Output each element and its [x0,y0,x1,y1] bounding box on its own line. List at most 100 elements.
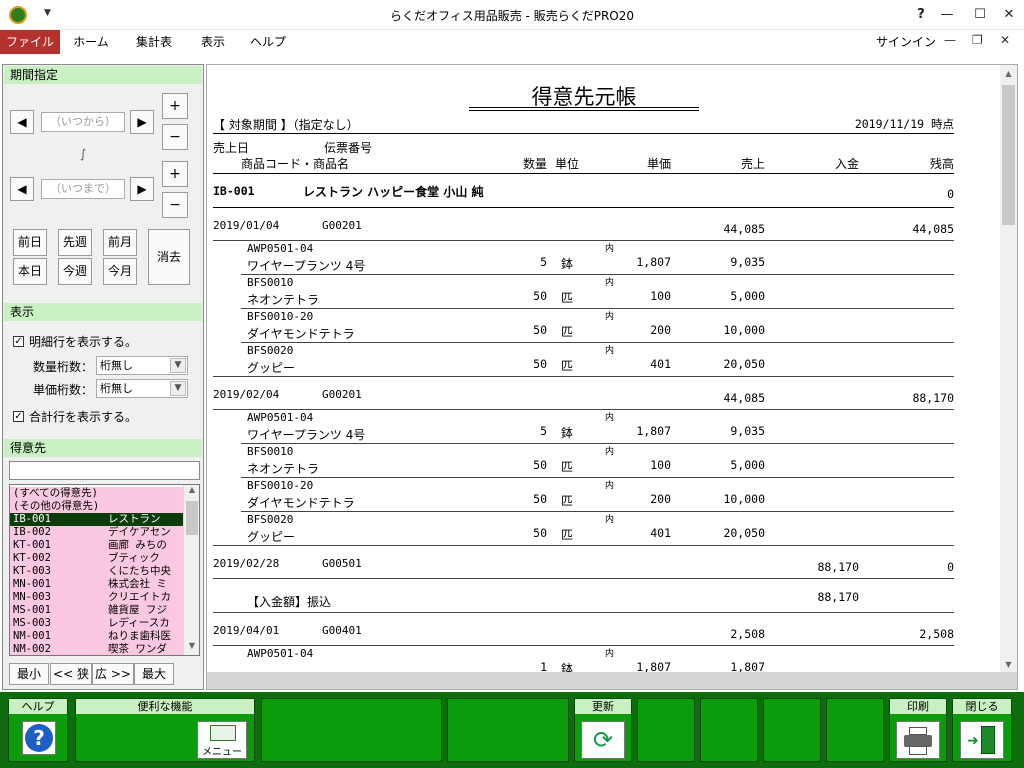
customer-list-item[interactable]: MN-001 株式会社 ミ [10,578,184,591]
item-qty: 50 [533,526,547,540]
payment-date: 2019/02/28 [213,557,280,570]
customer-list-item[interactable]: MS-003 レディースカ [10,617,184,630]
to-plus-button[interactable]: + [162,161,188,187]
clear-button[interactable]: 消去 [148,229,190,285]
this-week-button[interactable]: 今週 [58,258,92,285]
print-button[interactable]: 印刷 [889,698,947,762]
customer-name: クリエイトカ [108,591,171,603]
close-window-button[interactable]: 閉じる ➜ [952,698,1012,762]
maximize-button[interactable]: ☐ [967,4,993,26]
scroll-down-icon[interactable]: ▼ [185,641,199,655]
from-date-field[interactable]: （いつから） [41,112,125,132]
item-code: BFS0010-20 [247,310,314,323]
item-qty: 50 [533,323,547,337]
divider [241,477,954,478]
customer-list-item[interactable]: NM-002 喫茶 ワンダ [10,643,184,655]
payment-balance: 0 [947,560,954,574]
customer-code: (すべての得意先) [13,487,98,499]
item-price: 100 [650,458,671,472]
chevron-down-icon: ▼ [170,381,186,396]
customer-scroll-thumb[interactable] [186,501,198,535]
menu-file[interactable]: ファイル [0,30,60,54]
report-view[interactable]: 得意先元帳 【 対象期間 】（指定なし） 2019/11/19 時点 売上日 伝… [206,64,1018,690]
help-button-label: ヘルプ [9,699,67,714]
price-digits-select[interactable]: 桁無し ▼ [96,379,188,398]
menu-summary[interactable]: 集計表 [128,30,180,54]
item-amount: 9,035 [730,255,765,269]
customer-list-item[interactable]: KT-002 ブティック [10,552,184,565]
customer-code: NM-002 [13,643,51,655]
from-next-button[interactable]: ▶ [130,110,154,134]
size-narrow-button[interactable]: << 狭 [50,663,92,685]
item-code: BFS0020 [247,344,294,357]
from-prev-button[interactable]: ◀ [10,110,34,134]
customer-list-item[interactable]: KT-001 画廊 みちの [10,539,184,552]
customer-code: MS-001 [13,604,51,616]
divider [213,578,954,579]
customer-list-item[interactable]: IB-001 レストラン [10,513,184,526]
customer-list-scrollbar[interactable]: ▲ ▼ [183,485,199,655]
refresh-button[interactable]: 更新 ⟳ [574,698,632,762]
menu-button[interactable]: メニュー [197,721,247,759]
show-detail-checkbox[interactable]: ✓ [13,336,24,347]
empty-slot [447,698,569,762]
divider [213,612,954,613]
customer-list-item[interactable]: MS-001 雑貨屋 フジ [10,604,184,617]
customer-list[interactable]: (すべての得意先) (その他の得意先) IB-001 レストラン IB-002 デイケアセ… [9,484,200,656]
customer-list-item[interactable]: IB-002 デイケアセン [10,526,184,539]
scroll-down-icon[interactable]: ▼ [1000,656,1017,673]
customer-list-item[interactable]: (すべての得意先) [10,487,184,500]
report-vertical-scrollbar[interactable]: ▲ ▼ [1000,65,1017,673]
ribbon-close-button[interactable]: ✕ [1000,33,1010,47]
customer-list-item[interactable]: NM-001 ねりま歯科医 [10,630,184,643]
from-minus-button[interactable]: − [162,124,188,150]
item-amount: 5,000 [730,289,765,303]
last-month-button[interactable]: 前月 [103,229,137,256]
report-horizontal-scrollbar[interactable] [207,672,1017,689]
customer-name: レストラン ハッピー食堂 小山 純 [303,185,484,199]
customer-search-input[interactable] [9,461,200,480]
customer-list-item[interactable]: (その他の得意先) [10,500,184,513]
this-month-button[interactable]: 今月 [103,258,137,285]
menu-help[interactable]: ヘルプ [244,30,292,54]
size-min-button[interactable]: 最小 [9,663,49,685]
scroll-up-icon[interactable]: ▲ [185,485,199,499]
item-unit: 匹 [561,359,574,373]
menu-home[interactable]: ホーム [66,30,116,54]
ribbon-restore-button[interactable]: ❐ [972,33,983,47]
to-minus-button[interactable]: − [162,192,188,218]
from-plus-button[interactable]: + [162,93,188,119]
divider [241,308,954,309]
ribbon-minimize-button[interactable]: — [944,33,956,47]
customer-code: MS-003 [13,617,51,629]
close-button[interactable]: ✕ [996,4,1022,26]
report-scroll-thumb[interactable] [1002,85,1015,225]
qty-digits-select[interactable]: 桁無し ▼ [96,356,188,375]
today-button[interactable]: 本日 [13,258,47,285]
customer-name: 雑貨屋 フジ [108,604,167,616]
to-prev-button[interactable]: ◀ [10,177,34,201]
item-qty: 50 [533,289,547,303]
help-icon[interactable]: ? [908,4,934,26]
show-total-checkbox[interactable]: ✓ [13,411,24,422]
customer-name: 画廊 みちの [108,539,167,551]
divider [213,240,954,241]
customer-list-item[interactable]: MN-003 クリエイトカ [10,591,184,604]
convenient-label: 便利な機能 [76,699,254,714]
size-wide-button[interactable]: 広 >> [92,663,134,685]
header-slip-no: 伝票番号 [324,141,373,155]
signin-link[interactable]: サインイン [876,33,936,50]
minimize-button[interactable]: — [934,4,960,26]
last-week-button[interactable]: 先週 [58,229,92,256]
slip-number: G00201 [322,388,362,401]
title-underline [469,110,699,111]
prev-day-button[interactable]: 前日 [13,229,47,256]
help-button[interactable]: ヘルプ ? [8,698,68,762]
customer-list-item[interactable]: KT-003 くにたち中央 [10,565,184,578]
to-date-field[interactable]: （いつまで） [41,179,125,199]
menu-view[interactable]: 表示 [192,30,234,54]
to-next-button[interactable]: ▶ [130,177,154,201]
scroll-up-icon[interactable]: ▲ [1000,65,1017,82]
function-toolbar: ヘルプ ? 便利な機能 メニュー 更新 ⟳ 印刷 閉じる ➜ [0,692,1024,768]
size-max-button[interactable]: 最大 [134,663,174,685]
